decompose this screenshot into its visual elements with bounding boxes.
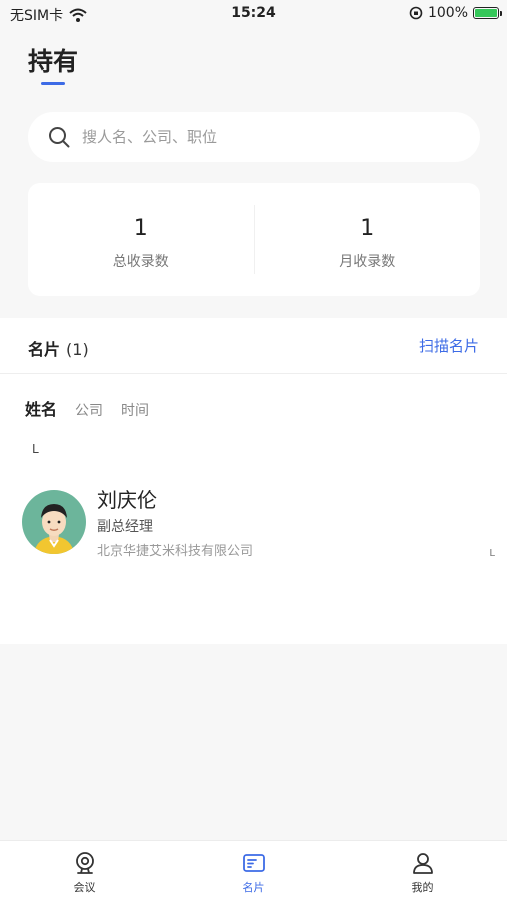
contact-item[interactable]: 刘庆伦 副总经理 北京华捷艾米科技有限公司 L — [0, 481, 507, 561]
status-right: 100% — [409, 5, 502, 21]
card-icon — [242, 854, 265, 872]
avatar-illustration-icon — [22, 490, 86, 554]
avatar — [22, 490, 86, 554]
tab-cards[interactable]: 名片 — [169, 841, 338, 901]
side-index-letter[interactable]: L — [489, 548, 495, 559]
cards-header: 名片 (1) 扫描名片 — [0, 318, 507, 374]
tab-profile[interactable]: 我的 — [338, 841, 507, 901]
cards-title: 名片 (1) — [28, 336, 89, 360]
scan-card-button[interactable]: 扫描名片 — [419, 335, 479, 356]
cards-title-text: 名片 — [28, 340, 61, 359]
orientation-lock-icon — [409, 6, 423, 20]
stat-monthly-value: 1 — [360, 216, 375, 241]
contact-title: 副总经理 — [97, 519, 153, 535]
stat-total[interactable]: 1 总收录数 — [28, 183, 254, 296]
stat-total-value: 1 — [133, 216, 148, 241]
title-underline — [41, 82, 65, 85]
cards-count: (1) — [66, 340, 89, 359]
sort-tabs: 姓名 公司 时间 — [25, 396, 167, 420]
stat-monthly-label: 月收录数 — [339, 254, 396, 270]
status-bar: 无SIM卡 15:24 100% — [0, 0, 507, 28]
search-input[interactable] — [80, 127, 444, 147]
profile-icon — [412, 853, 433, 874]
contact-company: 北京华捷艾米科技有限公司 — [97, 544, 254, 559]
stats-card: 1 总收录数 1 月收录数 — [28, 183, 480, 296]
search-bar[interactable] — [28, 112, 480, 162]
tab-meeting-label: 会议 — [73, 881, 96, 894]
battery-percent: 100% — [427, 5, 468, 21]
sort-tab-company[interactable]: 公司 — [75, 400, 103, 420]
tab-profile-label: 我的 — [411, 881, 434, 894]
contact-name: 刘庆伦 — [97, 488, 157, 512]
page-title: 持有 — [28, 47, 79, 76]
meeting-icon — [75, 852, 94, 874]
index-letter: L — [32, 442, 39, 456]
cards-panel: 名片 (1) 扫描名片 姓名 公司 时间 L 刘庆伦 副总经理 北京华捷艾米科技有… — [0, 318, 507, 644]
tab-meeting[interactable]: 会议 — [0, 841, 169, 901]
tab-cards-label: 名片 — [242, 881, 265, 894]
stat-total-label: 总收录数 — [112, 254, 169, 270]
stat-monthly[interactable]: 1 月收录数 — [255, 183, 481, 296]
sort-tab-name[interactable]: 姓名 — [25, 396, 57, 420]
battery-icon — [473, 7, 502, 19]
sort-tab-time[interactable]: 时间 — [121, 400, 149, 420]
tab-bar: 会议 名片 我的 — [0, 840, 507, 901]
search-icon — [49, 127, 70, 148]
